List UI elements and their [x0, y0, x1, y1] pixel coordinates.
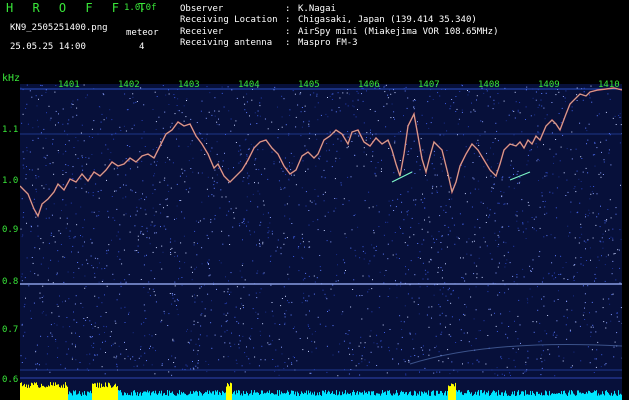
observer-colon: : [285, 4, 291, 14]
antenna-colon: : [285, 38, 291, 48]
observer-key: Observer [180, 4, 224, 14]
receiver-key: Receiver [180, 27, 224, 37]
receiver-value: AirSpy mini (Miakejima VOR 108.65MHz) [298, 27, 499, 37]
receiver-colon: : [285, 27, 291, 37]
freq-tick-0-6: 0.6 [2, 375, 19, 385]
location-key: Receiving Location [180, 15, 278, 25]
freq-tick-0-9: 0.9 [2, 225, 19, 235]
meteor-streak-2 [509, 171, 531, 181]
location-colon: : [285, 15, 291, 25]
frequency-unit-label: kHz [2, 73, 21, 84]
faint-drift-trace [409, 343, 623, 365]
antenna-value: Maspro FM-3 [298, 38, 358, 48]
meteor-count: 4 [139, 42, 145, 52]
location-value: Chigasaki, Japan (139.414 35.340) [298, 15, 477, 25]
spectrogram [19, 84, 623, 400]
meteor-trace-highlight [19, 87, 623, 217]
freq-tick-1-0: 1.0 [2, 176, 19, 186]
observer-value: K.Nagai [298, 4, 336, 14]
meteor-label: meteor [126, 28, 159, 38]
meteor-streak-1 [391, 171, 413, 183]
meteor-trace [19, 87, 623, 218]
freq-tick-1-1: 1.1 [2, 125, 19, 135]
app-version: 1.0.0f [124, 3, 157, 13]
spectrogram-plot [19, 84, 623, 400]
noise-speckle [20, 84, 623, 377]
hroft-window: H R O F F T 1.0.0f KN9_2505251400.png 25… [0, 0, 629, 400]
signal-strength-bars [20, 382, 622, 400]
timestamp: 25.05.25 14:00 [10, 42, 86, 52]
freq-tick-0-8: 0.8 [2, 277, 19, 287]
file-name: KN9_2505251400.png [10, 23, 108, 33]
antenna-key: Receiving antenna [180, 38, 273, 48]
freq-tick-0-7: 0.7 [2, 325, 19, 335]
